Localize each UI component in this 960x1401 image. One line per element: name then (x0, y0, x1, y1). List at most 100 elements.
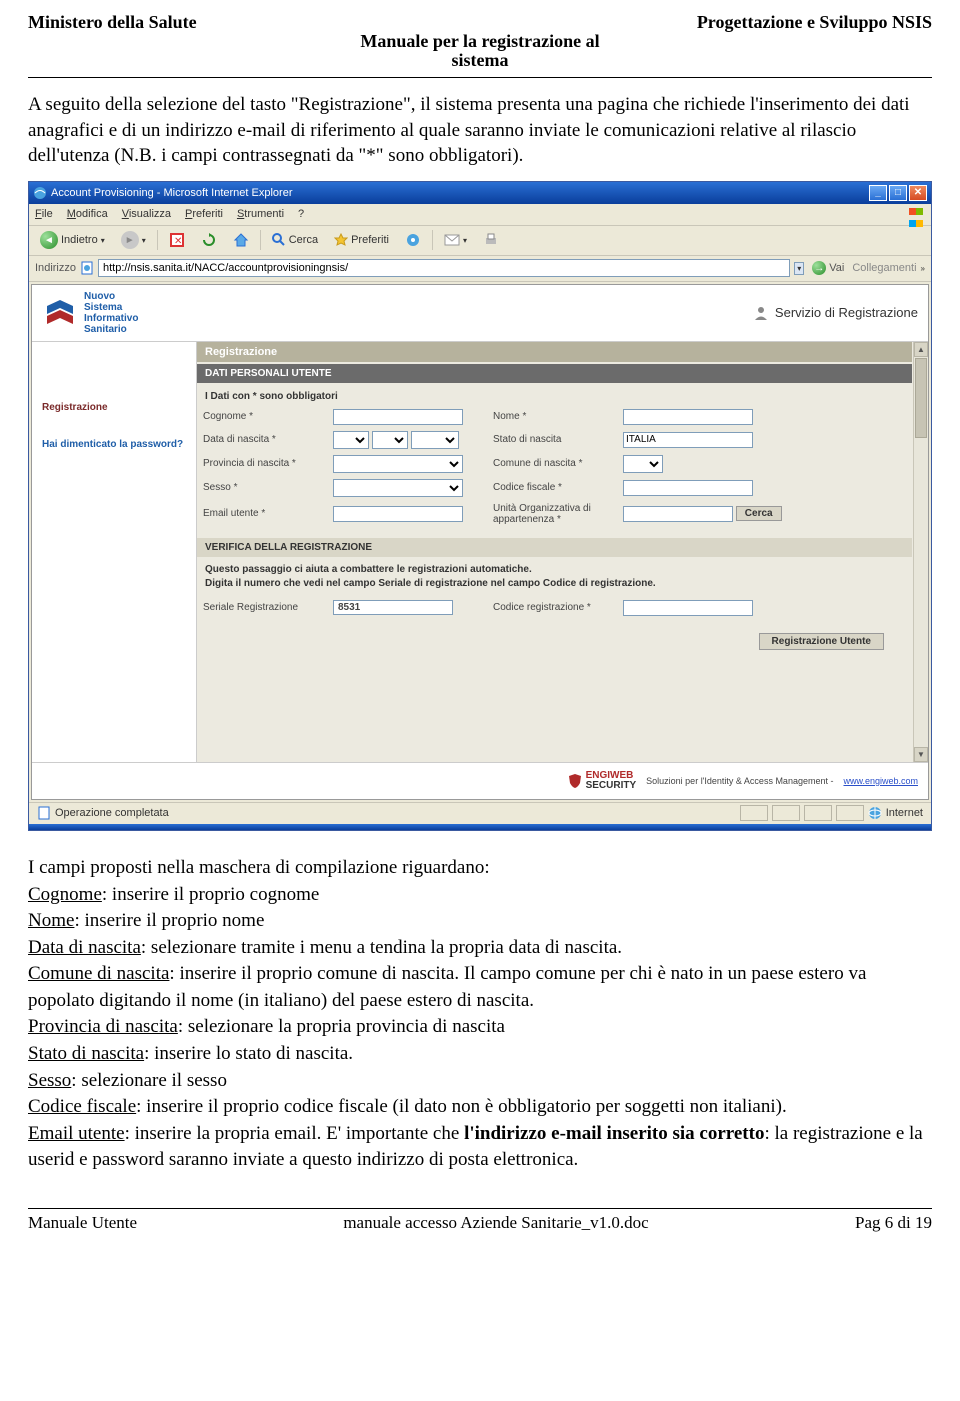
address-dropdown[interactable]: ▾ (794, 262, 804, 275)
select-anno[interactable] (411, 431, 459, 449)
ie-window: Account Provisioning - Microsoft Interne… (28, 181, 932, 831)
media-button[interactable] (400, 230, 426, 250)
nsis-logo-icon (42, 295, 78, 331)
footer-link[interactable]: www.engiweb.com (843, 776, 918, 786)
favorites-button[interactable]: Preferiti (329, 231, 394, 249)
ie-statusbar: Operazione completata Internet (29, 802, 931, 824)
ie-menubar: FFileile Modifica Visualizza Preferiti S… (29, 204, 931, 226)
list-cognome-label: Cognome (28, 884, 102, 905)
star-icon (334, 233, 348, 247)
app-sidebar: Registrazione Hai dimenticato la passwor… (32, 342, 197, 762)
menu-modifica[interactable]: Modifica (67, 208, 108, 220)
stop-button[interactable]: ✕ (164, 230, 190, 250)
search-icon (272, 233, 286, 247)
menu-help[interactable]: ? (298, 208, 304, 220)
seriale-value: 8531 (333, 600, 453, 615)
list-email-bold: l'indirizzo e-mail inserito sia corretto (464, 1123, 764, 1144)
list-cf-text: : inserire il proprio codice fiscale (il… (136, 1096, 787, 1117)
verify-note2: Digita il numero che vedi nel campo Seri… (205, 577, 904, 591)
list-intro: I campi proposti nella maschera di compi… (28, 855, 932, 882)
windows-flag-icon (909, 206, 927, 224)
print-button[interactable] (478, 230, 504, 250)
go-button[interactable]: → Vai (808, 259, 848, 277)
input-unita-org[interactable] (623, 506, 733, 522)
links-label[interactable]: Collegamenti (852, 262, 916, 274)
label-email: Email utente * (197, 500, 327, 528)
label-provincia-nascita: Provincia di nascita * (197, 452, 327, 476)
list-staton-label: Stato di nascita (28, 1043, 144, 1064)
minimize-button[interactable]: _ (869, 185, 887, 201)
list-sesso-label: Sesso (28, 1070, 71, 1091)
list-datan-label: Data di nascita (28, 937, 141, 958)
sidebar-link-registrazione[interactable]: Registrazione (42, 402, 186, 413)
list-provn-label: Provincia di nascita (28, 1016, 178, 1037)
cerca-button[interactable]: Cerca (736, 506, 782, 521)
header-sub2: sistema (28, 50, 932, 71)
links-chevron-icon[interactable]: » (921, 264, 925, 273)
header-divider (28, 77, 932, 78)
input-stato-nascita[interactable] (623, 432, 753, 448)
label-cognome: Cognome * (197, 406, 327, 428)
input-nome[interactable] (623, 409, 753, 425)
logo-line3: Informativo (84, 313, 138, 324)
label-comune-nascita: Comune di nascita * (487, 452, 617, 476)
footer-text: Soluzioni per l'Identity & Access Manage… (646, 776, 833, 786)
section-title: Registrazione (197, 342, 912, 362)
forward-button[interactable]: ► ▾ (116, 229, 151, 251)
mail-button[interactable]: ▾ (439, 231, 472, 249)
scroll-thumb[interactable] (915, 358, 927, 438)
footer-center: manuale accesso Aziende Sanitarie_v1.0.d… (343, 1213, 648, 1233)
shield-icon (568, 773, 582, 789)
close-button[interactable]: ✕ (909, 185, 927, 201)
svg-text:✕: ✕ (174, 236, 182, 247)
menu-preferiti[interactable]: Preferiti (185, 208, 223, 220)
scroll-up-icon[interactable]: ▲ (914, 342, 928, 357)
maximize-button[interactable]: □ (889, 185, 907, 201)
input-email[interactable] (333, 506, 463, 522)
input-cognome[interactable] (333, 409, 463, 425)
refresh-button[interactable] (196, 230, 222, 250)
logo-line4: Sanitario (84, 324, 138, 335)
select-giorno[interactable] (333, 431, 369, 449)
dati-personali-bar: DATI PERSONALI UTENTE (197, 364, 912, 383)
user-icon (753, 305, 769, 321)
footer-right: Pag 6 di 19 (855, 1213, 932, 1233)
logo-line2: Sistema (84, 302, 138, 313)
page-icon (80, 261, 94, 275)
vertical-scrollbar[interactable]: ▲ ▼ (913, 342, 928, 762)
search-button[interactable]: Cerca (267, 231, 323, 249)
menu-file[interactable]: FFileile (35, 208, 53, 220)
label-sesso: Sesso * (197, 476, 327, 500)
verify-note1: Questo passaggio ci aiuta a combattere l… (205, 563, 904, 577)
ie-titlebar: Account Provisioning - Microsoft Interne… (29, 182, 931, 204)
globe-icon (868, 806, 882, 820)
registrazione-utente-button[interactable]: Registrazione Utente (759, 633, 884, 650)
input-codice-fiscale[interactable] (623, 480, 753, 496)
label-stato-nascita: Stato di nascita (487, 428, 617, 452)
scroll-down-icon[interactable]: ▼ (914, 747, 928, 762)
list-cf-label: Codice fiscale (28, 1096, 136, 1117)
menu-strumenti[interactable]: Strumenti (237, 208, 284, 220)
input-codice-reg[interactable] (623, 600, 753, 616)
header-sub1: Manuale per la registrazione al (28, 31, 932, 52)
back-button[interactable]: ◄ Indietro ▾ (35, 229, 110, 251)
menu-visualizza[interactable]: Visualizza (122, 208, 171, 220)
sidebar-link-forgot[interactable]: Hai dimenticato la password? (42, 439, 186, 450)
list-provn-text: : selezionare la propria provincia di na… (178, 1016, 505, 1037)
status-text: Operazione completata (55, 807, 169, 819)
nsis-logo-block: Nuovo Sistema Informativo Sanitario (42, 291, 138, 335)
select-sesso[interactable] (333, 479, 463, 497)
ie-logo-icon (33, 186, 47, 200)
address-label: Indirizzo (35, 262, 76, 274)
form-table: Cognome * Nome * Data di nascita * Stato… (197, 406, 912, 528)
address-input[interactable] (98, 259, 790, 277)
list-email-label: Email utente (28, 1123, 125, 1144)
list-cognome-text: : inserire il proprio cognome (102, 884, 319, 905)
select-comune[interactable] (623, 455, 663, 473)
logo-line1: Nuovo (84, 291, 138, 302)
home-button[interactable] (228, 230, 254, 250)
footer-divider (28, 1208, 932, 1209)
select-mese[interactable] (372, 431, 408, 449)
list-nome-label: Nome (28, 910, 74, 931)
select-provincia[interactable] (333, 455, 463, 473)
